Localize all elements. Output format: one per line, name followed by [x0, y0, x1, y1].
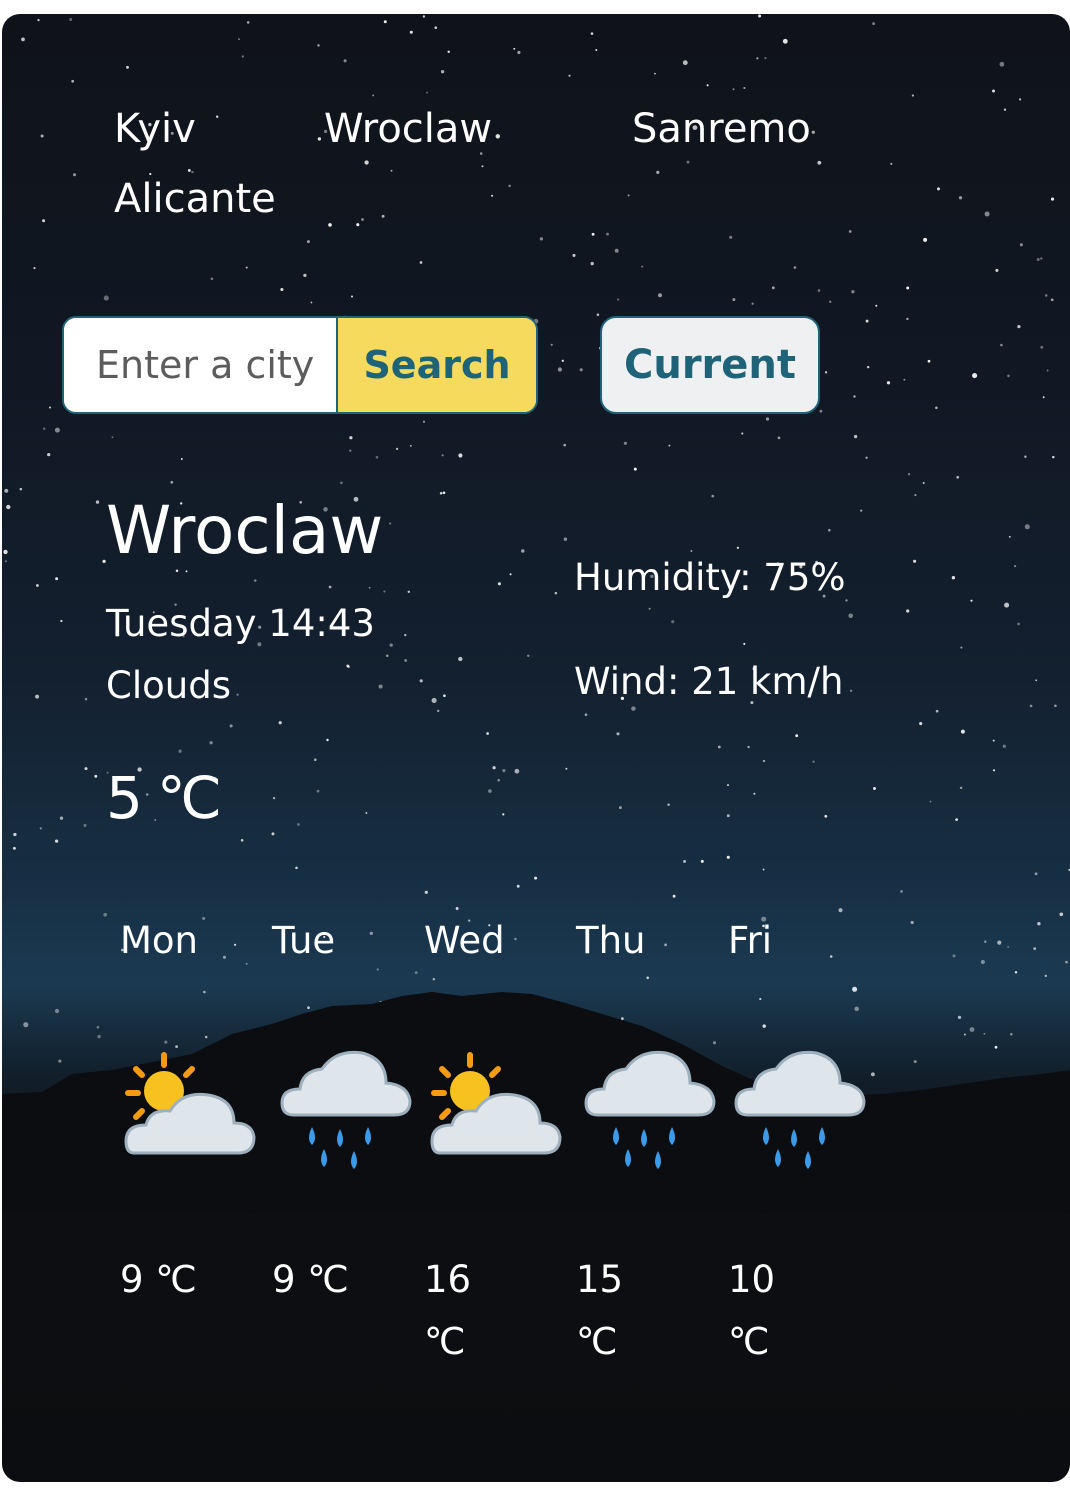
city-link-sanremo[interactable]: Sanremo — [632, 106, 811, 152]
current-location-button[interactable]: Current — [600, 316, 820, 414]
cloud-with-rain-icon — [584, 1050, 716, 1169]
forecast-day-name: Mon — [120, 919, 199, 962]
forecast-day: Fri 10 ℃ — [728, 919, 868, 1363]
forecast-day: Tue 9 ℃ — [272, 919, 412, 1301]
forecast-day-name: Thu — [576, 919, 646, 962]
city-link-wroclaw[interactable]: Wroclaw — [324, 106, 492, 152]
current-temperature: 5 ℃ — [106, 764, 222, 832]
city-link-alicante[interactable]: Alicante — [114, 176, 276, 222]
forecast-day: Wed 16 ℃ — [424, 919, 564, 1363]
weather-card: Kyiv Wroclaw Sanremo Alicante Search Cur… — [2, 14, 1070, 1482]
forecast-day-name: Fri — [728, 919, 773, 962]
forecast-temperature: 9 ℃ — [120, 1258, 197, 1301]
temperature-value: 5 — [106, 764, 143, 832]
sun-behind-cloud-icon — [430, 1052, 562, 1155]
wind-speed-value: Wind: 21 km/h — [574, 660, 844, 703]
current-city-title: Wroclaw — [106, 492, 384, 569]
sun-behind-cloud-icon — [124, 1052, 256, 1155]
forecast-temperature: 10 ℃ — [728, 1258, 776, 1363]
forecast-temperature: 9 ℃ — [272, 1258, 349, 1301]
search-button[interactable]: Search — [336, 318, 536, 412]
search-form: Search — [62, 316, 538, 414]
forecast-day-name: Tue — [272, 919, 336, 962]
weather-description: Clouds — [106, 664, 231, 707]
forecast-temperature: 16 ℃ — [424, 1258, 472, 1363]
current-date-time: Tuesday 14:43 — [106, 602, 375, 645]
cloud-with-rain-icon — [734, 1050, 866, 1169]
cloud-with-rain-icon — [280, 1050, 412, 1169]
forecast-day: Mon 9 ℃ — [120, 919, 260, 1301]
forecast-day: Thu 15 ℃ — [576, 919, 716, 1363]
forecast-day-name: Wed — [424, 919, 505, 962]
city-link-kyiv[interactable]: Kyiv — [114, 106, 196, 152]
city-search-input[interactable] — [64, 318, 336, 412]
humidity-value: Humidity: 75% — [574, 556, 846, 599]
forecast-temperature: 15 ℃ — [576, 1258, 624, 1363]
temperature-unit: ℃ — [156, 764, 223, 832]
